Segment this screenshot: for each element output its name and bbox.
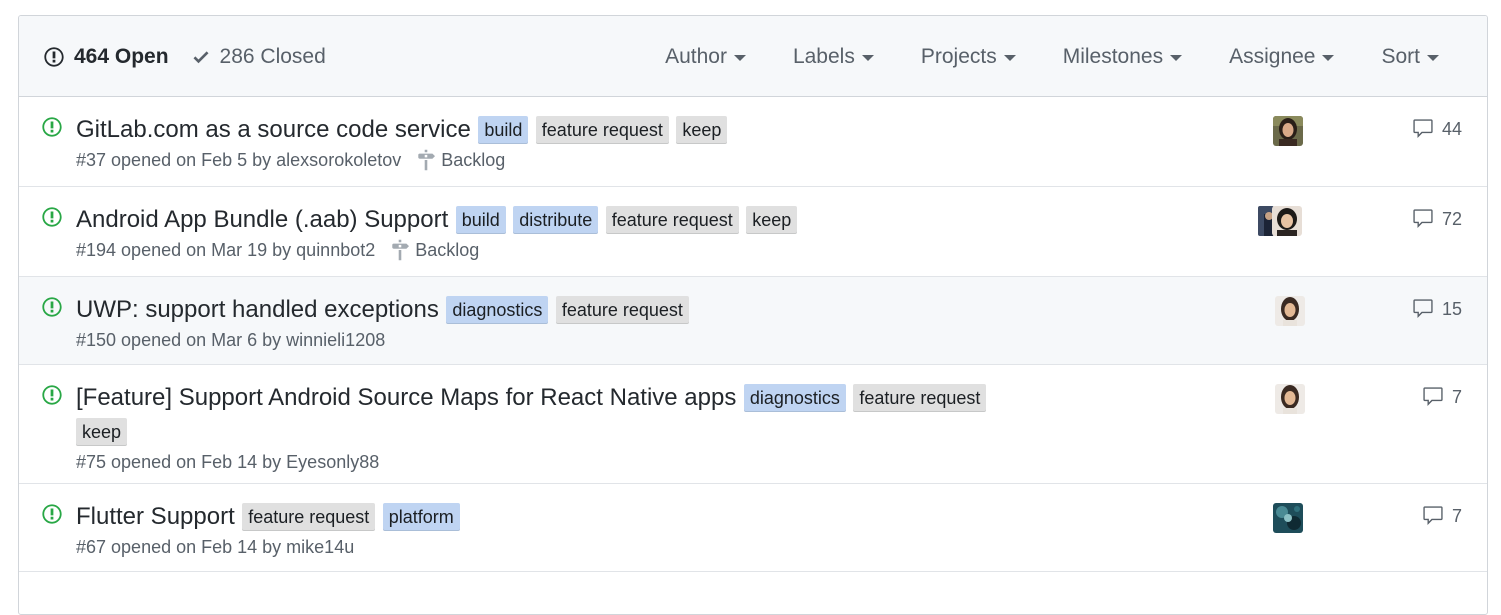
issue-meta[interactable]: #75 opened on Feb 14 by Eyesonly88	[76, 449, 379, 475]
comment-count: 15	[1441, 298, 1462, 319]
issue-row: Android App Bundle (.aab) Support build …	[19, 187, 1487, 277]
label-feature-request[interactable]: feature request	[853, 384, 987, 412]
issue-title[interactable]: UWP: support handled exceptions	[76, 296, 439, 323]
open-count: 464 Open	[74, 44, 169, 68]
issue-opened-icon	[42, 117, 62, 137]
assignee-avatar[interactable]	[1273, 503, 1303, 533]
comment-count: 72	[1441, 208, 1462, 229]
label-build[interactable]: build	[478, 116, 529, 144]
issue-opened-icon	[42, 504, 62, 524]
label-build[interactable]: build	[455, 206, 506, 234]
issue-title[interactable]: Android App Bundle (.aab) Support	[76, 206, 448, 233]
label-diagnostics[interactable]: diagnostics	[446, 296, 549, 324]
assignee-avatar[interactable]	[1273, 116, 1303, 146]
assignee-filter[interactable]: Assignee	[1229, 45, 1381, 69]
labels-filter[interactable]: Labels	[793, 45, 921, 69]
assignee-avatar[interactable]	[1272, 206, 1302, 236]
milestone-label: Backlog	[441, 150, 506, 171]
closed-count: 286 Closed	[219, 44, 326, 68]
sort-filter[interactable]: Sort	[1381, 45, 1487, 69]
issue-meta[interactable]: #67 opened on Feb 14 by mike14u	[76, 534, 354, 560]
assignees	[1258, 206, 1302, 236]
comments-link[interactable]: 15	[1412, 298, 1462, 320]
issue-row: [Feature] Support Android Source Maps fo…	[19, 365, 1487, 484]
issue-opened-icon	[42, 385, 62, 405]
assignees	[1275, 296, 1305, 326]
comment-icon	[1413, 209, 1433, 228]
assignees	[1273, 503, 1303, 533]
caret-down-icon	[1322, 55, 1335, 61]
caret-down-icon	[1003, 55, 1016, 61]
milestones-filter[interactable]: Milestones	[1063, 45, 1229, 69]
comment-icon	[1423, 506, 1443, 525]
caret-down-icon	[1427, 55, 1439, 61]
author-filter[interactable]: Author	[665, 45, 793, 69]
issue-opened-icon	[44, 46, 64, 67]
issue-row: GitLab.com as a source code service buil…	[19, 97, 1487, 187]
issue-row: Flutter Support feature request platform…	[19, 484, 1487, 572]
assignees	[1273, 116, 1303, 146]
milestone-label: Backlog	[415, 240, 480, 261]
assignee-avatar[interactable]	[1275, 296, 1305, 326]
issues-list: 464 Open 286 Closed Author Labels Projec…	[18, 15, 1488, 615]
issues-list-header: 464 Open 286 Closed Author Labels Projec…	[19, 16, 1487, 97]
label-feature-request[interactable]: feature request	[535, 116, 669, 144]
label-feature-request[interactable]: feature request	[605, 206, 739, 234]
milestone-icon	[418, 149, 436, 171]
comment-count: 7	[1451, 505, 1462, 526]
issue-opened-icon	[42, 207, 62, 227]
issue-meta[interactable]: #194 opened on Mar 19 by quinnbot2	[76, 237, 375, 263]
issue-meta[interactable]: #150 opened on Mar 6 by winnieli1208	[76, 327, 385, 353]
label-platform[interactable]: platform	[382, 503, 460, 531]
filter-dropdowns: Author Labels Projects Milestones Assign…	[665, 16, 1487, 97]
milestone-icon	[392, 239, 410, 261]
caret-down-icon	[1170, 55, 1183, 61]
assignees	[1275, 384, 1305, 414]
issue-opened-icon	[42, 297, 62, 317]
label-keep[interactable]: keep	[746, 206, 798, 234]
label-feature-request[interactable]: feature request	[555, 296, 689, 324]
comment-icon	[1413, 119, 1433, 138]
comments-link[interactable]: 7	[1422, 505, 1462, 527]
closed-issues-tab[interactable]: 286 Closed	[191, 45, 326, 69]
issue-title[interactable]: GitLab.com as a source code service	[76, 116, 471, 143]
issue-title[interactable]: Flutter Support	[76, 503, 235, 530]
comments-link[interactable]: 44	[1412, 118, 1462, 140]
issue-state-filters: 464 Open 286 Closed	[43, 16, 348, 97]
comment-count: 7	[1451, 386, 1462, 407]
comments-link[interactable]: 72	[1412, 208, 1462, 230]
check-icon	[193, 50, 209, 63]
assignee-avatar[interactable]	[1275, 384, 1305, 414]
label-distribute[interactable]: distribute	[513, 206, 599, 234]
comment-icon	[1423, 387, 1443, 406]
issue-row: UWP: support handled exceptions diagnost…	[19, 277, 1487, 365]
label-feature-request[interactable]: feature request	[242, 503, 376, 531]
comment-icon	[1413, 299, 1433, 318]
issue-title[interactable]: [Feature] Support Android Source Maps fo…	[76, 384, 736, 411]
milestone-link[interactable]: Backlog	[391, 237, 479, 263]
label-diagnostics[interactable]: diagnostics	[743, 384, 846, 412]
comments-link[interactable]: 7	[1422, 386, 1462, 408]
projects-filter[interactable]: Projects	[921, 45, 1063, 69]
milestone-link[interactable]: Backlog	[417, 147, 505, 173]
label-keep[interactable]: keep	[676, 116, 728, 144]
issue-meta[interactable]: #37 opened on Feb 5 by alexsorokoletov	[76, 147, 401, 173]
comment-count: 44	[1441, 118, 1462, 139]
label-keep[interactable]: keep	[76, 418, 128, 446]
open-issues-tab[interactable]: 464 Open	[43, 45, 169, 69]
caret-down-icon	[861, 55, 874, 61]
caret-down-icon	[733, 55, 746, 61]
